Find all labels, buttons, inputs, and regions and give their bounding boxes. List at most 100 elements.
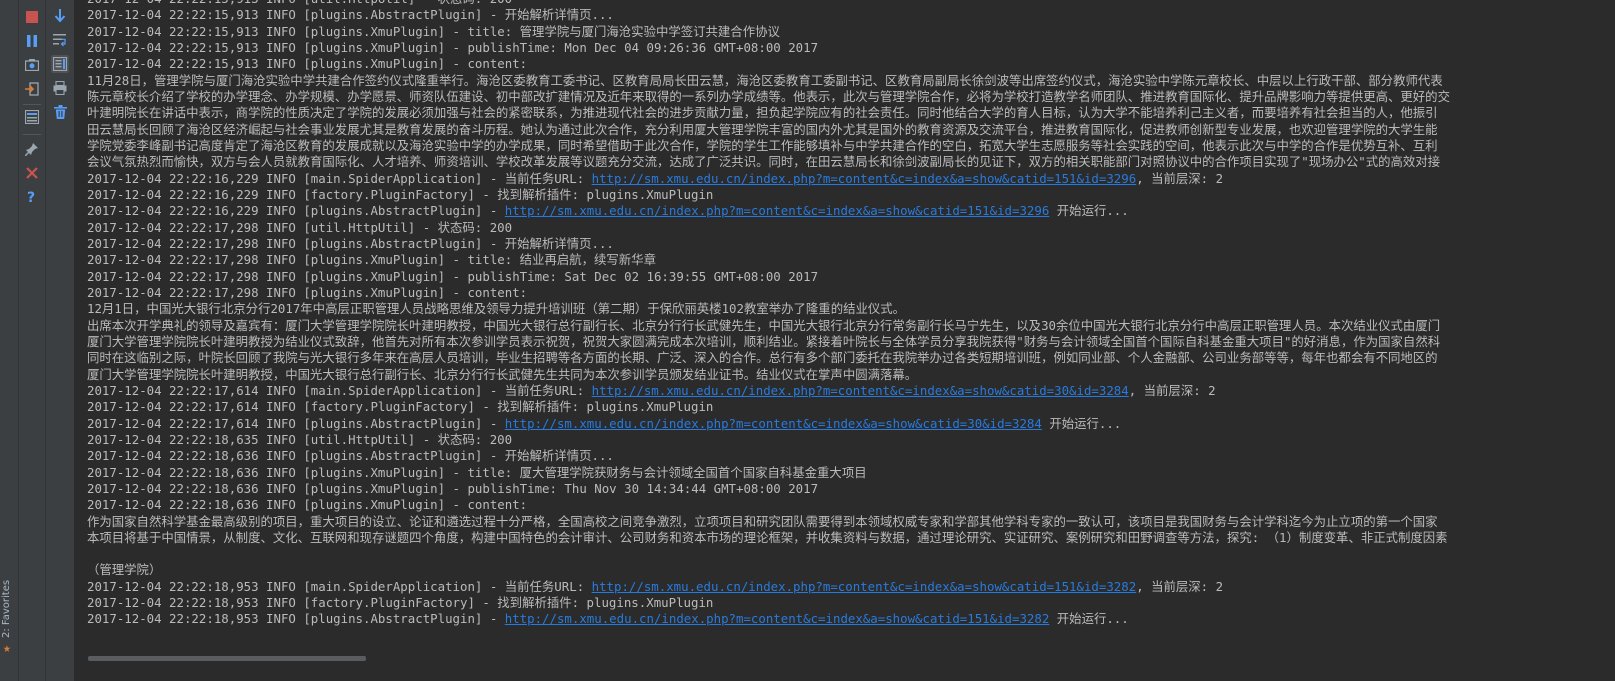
console-line: 2017-12-04 22:22:16,229 INFO [plugins.Ab… [87, 203, 1450, 219]
console-line-text: 2017-12-04 22:22:17,298 INFO [plugins.Xm… [87, 252, 656, 268]
console-line-text: 田云慧局长回顾了海沧区经济崛起与社会事业发展尤其是教育发展的奋斗历程。她认为通过… [87, 121, 1438, 137]
console-line: 12月1日，中国光大银行北京分行2017年中高层正职管理人员战略思维及领导力提升… [87, 301, 1450, 317]
scroll-to-end-button[interactable] [51, 7, 69, 25]
console-line-text: 2017-12-04 22:22:15,913 INFO [plugins.Xm… [87, 56, 528, 72]
console-line: 2017-12-04 22:22:18,636 INFO [plugins.Xm… [87, 465, 1450, 481]
print-icon [53, 81, 67, 95]
close-icon [26, 167, 38, 179]
help-button[interactable]: ? [23, 188, 41, 206]
console-line: 本项目将基于中国情景，从制度、文化、互联网和现存谜题四个角度，构建中国特色的会计… [87, 530, 1450, 546]
scroll-toggle-button[interactable] [51, 55, 69, 73]
console-line: 作为国家自然科学基金最高级别的项目，重大项目的设立、论证和遴选过程十分严格，全国… [87, 514, 1450, 530]
console-line: 11月28日，管理学院与厦门海沧实验中学共建合作签约仪式隆重举行。海沧区委教育工… [87, 73, 1450, 89]
console-line-text: 2017-12-04 22:22:18,635 INFO [util.HttpU… [87, 431, 513, 447]
console-line: 厦门大学管理学院院长叶建明教授为结业仪式致辞，他首先对所有本次参训学员表示祝贺，… [87, 334, 1450, 350]
pause-icon [27, 35, 37, 47]
console-line-suffix: , 当前层深: 2 [1128, 382, 1216, 398]
console-url-link[interactable]: http://sm.xmu.edu.cn/index.php?m=content… [505, 416, 1042, 431]
console-line: 2017-12-04 22:22:17,298 INFO [plugins.Xm… [87, 252, 1450, 268]
console-line: 2017-12-04 22:22:18,636 INFO [plugins.Ab… [87, 448, 1450, 464]
close-button[interactable] [23, 164, 41, 182]
console-url-link[interactable]: http://sm.xmu.edu.cn/index.php?m=content… [592, 383, 1129, 398]
console-line-text: 2017-12-04 22:22:17,298 INFO [util.HttpU… [87, 219, 513, 235]
console-line: 2017-12-04 22:22:16,229 INFO [main.Spide… [87, 171, 1450, 187]
console-line-text: 2017-12-04 22:22:18,636 INFO [plugins.Xm… [87, 480, 819, 496]
console-line-text: 2017-12-04 22:22:15,913 INFO [plugins.Xm… [87, 23, 780, 39]
console-url-link[interactable]: http://sm.xmu.edu.cn/index.php?m=content… [592, 171, 1137, 186]
soft-wrap-button[interactable] [51, 31, 69, 49]
clear-all-button[interactable] [51, 103, 69, 121]
console-line: 2017-12-04 22:22:17,614 INFO [plugins.Ab… [87, 416, 1450, 432]
console-line-text: 11月28日，管理学院与厦门海沧实验中学共建合作签约仪式隆重举行。海沧区委教育工… [87, 72, 1443, 88]
exit-button[interactable] [23, 80, 41, 98]
pin-tab-button[interactable] [23, 140, 41, 158]
console-line-text: 2017-12-04 22:22:17,614 INFO [factory.Pl… [87, 399, 714, 415]
favorites-tab[interactable]: 2: Favorites [1, 578, 17, 638]
print-button[interactable] [51, 79, 69, 97]
console-line: 2017-12-04 22:22:16,229 INFO [factory.Pl… [87, 187, 1450, 203]
console-line-text: 2017-12-04 22:22:17,614 INFO [main.Spide… [87, 382, 592, 398]
dump-threads-button[interactable] [23, 56, 41, 74]
console-line: 2017-12-04 22:22:15,913 INFO [plugins.Xm… [87, 24, 1450, 40]
console-line-text: 12月1日，中国光大银行北京分行2017年中高层正职管理人员战略思维及领导力提升… [87, 301, 906, 317]
console-line-suffix: 开始运行... [1049, 611, 1129, 627]
layout-icon [25, 110, 39, 124]
toolbar-separator [23, 104, 41, 105]
console-line: 2017-12-04 22:22:17,298 INFO [util.HttpU… [87, 220, 1450, 236]
exit-icon [25, 82, 39, 96]
soft-wrap-icon [53, 34, 66, 47]
console-line: 出席本次开学典礼的领导及嘉宾有：厦门大学管理学院院长叶建明教授，中国光大银行总行… [87, 318, 1450, 334]
scroll-icon [53, 57, 67, 71]
console-line: 2017-12-04 22:22:17,298 INFO [plugins.Xm… [87, 285, 1450, 301]
console-line-suffix: 开始运行... [1041, 415, 1122, 431]
console-line-text: 2017-12-04 22:22:18,953 INFO [main.Spide… [87, 578, 592, 594]
console-line-text: 2017-12-04 22:22:18,636 INFO [plugins.Ab… [87, 448, 614, 464]
console-line: 陈元章校长介绍了学校的办学理念、办学规模、办学愿景、师资队伍建设、初中部改扩建情… [87, 89, 1450, 105]
console-line: 2017-12-04 22:22:15,913 INFO [util.HttpU… [87, 0, 1450, 7]
console-line: 2017-12-04 22:22:17,614 INFO [main.Spide… [87, 383, 1450, 399]
console-line-text: 厦门大学管理学院院长叶建明教授为结业仪式致辞，他首先对所有本次参训学员表示祝贺，… [87, 333, 1441, 349]
favorites-tool-strip: 2: Favorites ★ [0, 0, 19, 681]
star-icon[interactable]: ★ [3, 642, 11, 655]
console-line: 2017-12-04 22:22:15,913 INFO [plugins.Xm… [87, 40, 1450, 56]
pause-button[interactable] [23, 32, 41, 50]
console-line: 2017-12-04 22:22:18,635 INFO [util.HttpU… [87, 432, 1450, 448]
toolbar-separator [23, 134, 41, 135]
console-line-text: 出席本次开学典礼的领导及嘉宾有：厦门大学管理学院院长叶建明教授，中国光大银行总行… [87, 317, 1441, 333]
console-url-link[interactable]: http://sm.xmu.edu.cn/index.php?m=content… [505, 611, 1050, 626]
console-line: 学院党委李峰副书记高度肯定了海沧区教育的发展成就以及海沧实验中学的办学成果，同时… [87, 138, 1450, 154]
horizontal-scrollbar[interactable] [75, 650, 1615, 681]
console-line-text: 2017-12-04 22:22:16,229 INFO [plugins.Ab… [87, 203, 505, 219]
console-line: 2017-12-04 22:22:17,298 INFO [plugins.Xm… [87, 269, 1450, 285]
console-line-suffix: , 当前层深: 2 [1136, 578, 1224, 594]
console-line-text: 本项目将基于中国情景，从制度、文化、互联网和现存谜题四个角度，构建中国特色的会计… [87, 529, 1448, 545]
console-toolbar [46, 0, 75, 681]
svg-text:?: ? [27, 190, 35, 204]
horizontal-scrollbar-thumb[interactable] [88, 656, 366, 661]
console-line-text: 2017-12-04 22:22:18,953 INFO [factory.Pl… [87, 595, 714, 611]
console-line-text: （管理学院） [87, 562, 162, 578]
console-line: 田云慧局长回顾了海沧区经济崛起与社会事业发展尤其是教育发展的奋斗历程。她认为通过… [87, 122, 1450, 138]
console-line-text: 同时在这临别之际，叶院长回顾了我院与光大银行多年来在高层人员培训，毕业生招聘等各… [87, 350, 1438, 366]
console-line-text: 叶建明院长在讲话中表示，商学院的性质决定了学院的发展必须加强与社会的紧密联系，为… [87, 105, 1438, 121]
console-line-text: 2017-12-04 22:22:15,913 INFO [plugins.Ab… [87, 7, 614, 23]
console-url-link[interactable]: http://sm.xmu.edu.cn/index.php?m=content… [505, 203, 1050, 218]
console-line: 同时在这临别之际，叶院长回顾了我院与光大银行多年来在高层人员培训，毕业生招聘等各… [87, 350, 1450, 366]
console-line-text: 2017-12-04 22:22:15,913 INFO [util.HttpU… [87, 0, 512, 6]
console-line-text: 2017-12-04 22:22:18,953 INFO [plugins.Ab… [87, 611, 505, 627]
settings-button[interactable] [23, 108, 41, 126]
trash-icon [53, 105, 67, 119]
console-line: 2017-12-04 22:22:15,913 INFO [plugins.Xm… [87, 56, 1450, 72]
console-line: 2017-12-04 22:22:17,614 INFO [factory.Pl… [87, 399, 1450, 415]
console-output[interactable]: 2017-12-04 22:22:15,913 INFO [util.HttpU… [75, 0, 1615, 650]
console-line: 2017-12-04 22:22:17,298 INFO [plugins.Ab… [87, 236, 1450, 252]
console-line: 2017-12-04 22:22:18,953 INFO [factory.Pl… [87, 595, 1450, 611]
stop-button[interactable] [23, 8, 41, 26]
stop-icon [26, 11, 38, 23]
console-url-link[interactable]: http://sm.xmu.edu.cn/index.php?m=content… [592, 579, 1137, 594]
console-line: 会议气氛热烈而愉快，双方与会人员就教育国际化、人才培养、师资培训、学校改革发展等… [87, 154, 1450, 170]
console-line-text: 厦门大学管理学院院长叶建明教授，中国光大银行总行副行长、北京分行行长武健先生共同… [87, 366, 918, 382]
console-line-suffix: , 当前层深: 2 [1136, 170, 1224, 186]
console-line: （管理学院） [87, 562, 1450, 578]
